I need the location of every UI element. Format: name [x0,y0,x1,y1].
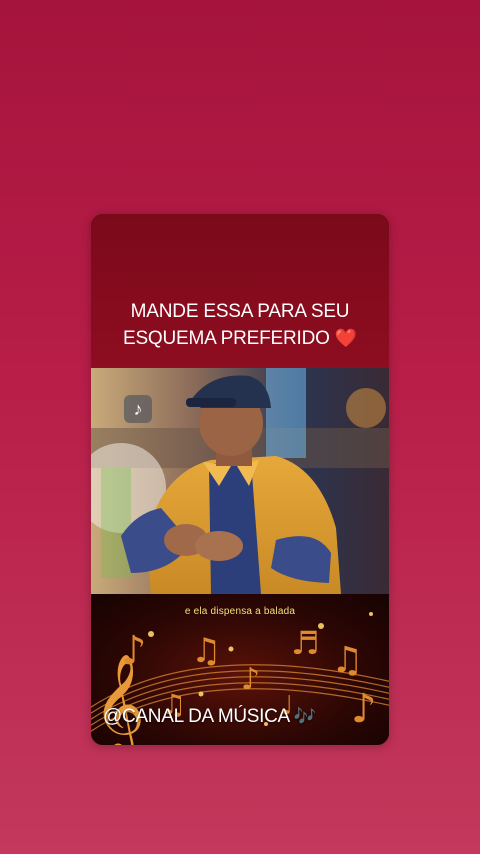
svg-text:♪: ♪ [241,662,260,697]
channel-handle[interactable]: @CANAL DA MÚSICA 🎶 [103,706,316,728]
lyric-subtitle: e ela dispensa a balada [184,606,296,617]
music-notes-icon: 🎶 [293,706,316,726]
svg-text:♬: ♬ [291,624,320,662]
story-caption: MANDE ESSA PARA SEU ESQUEMA PREFERIDO ❤️ [91,298,389,352]
caption-line-2-text: ESQUEMA PREFERIDO [122,328,330,349]
caption-line-2: ESQUEMA PREFERIDO ❤️ [91,325,389,352]
svg-text:♪: ♪ [121,628,147,674]
music-banner: 𝄞 ♪ ♫ ♪ ♬ ♫ ♪ ♩ ♫ e ela dispensa a balad… [91,594,389,745]
svg-text:♫: ♫ [191,631,221,671]
heart-icon: ❤️ [334,328,357,348]
video-frame[interactable]: ♪ [91,368,389,594]
svg-text:♪: ♪ [351,686,377,732]
story-card[interactable]: MANDE ESSA PARA SEU ESQUEMA PREFERIDO ❤️ [91,214,389,745]
svg-text:♫: ♫ [331,640,363,681]
channel-handle-text: @CANAL DA MÚSICA [103,706,289,727]
story-header: MANDE ESSA PARA SEU ESQUEMA PREFERIDO ❤️ [91,214,389,368]
caption-line-1: MANDE ESSA PARA SEU [130,301,350,322]
music-note-icon[interactable]: ♪ [124,395,152,423]
